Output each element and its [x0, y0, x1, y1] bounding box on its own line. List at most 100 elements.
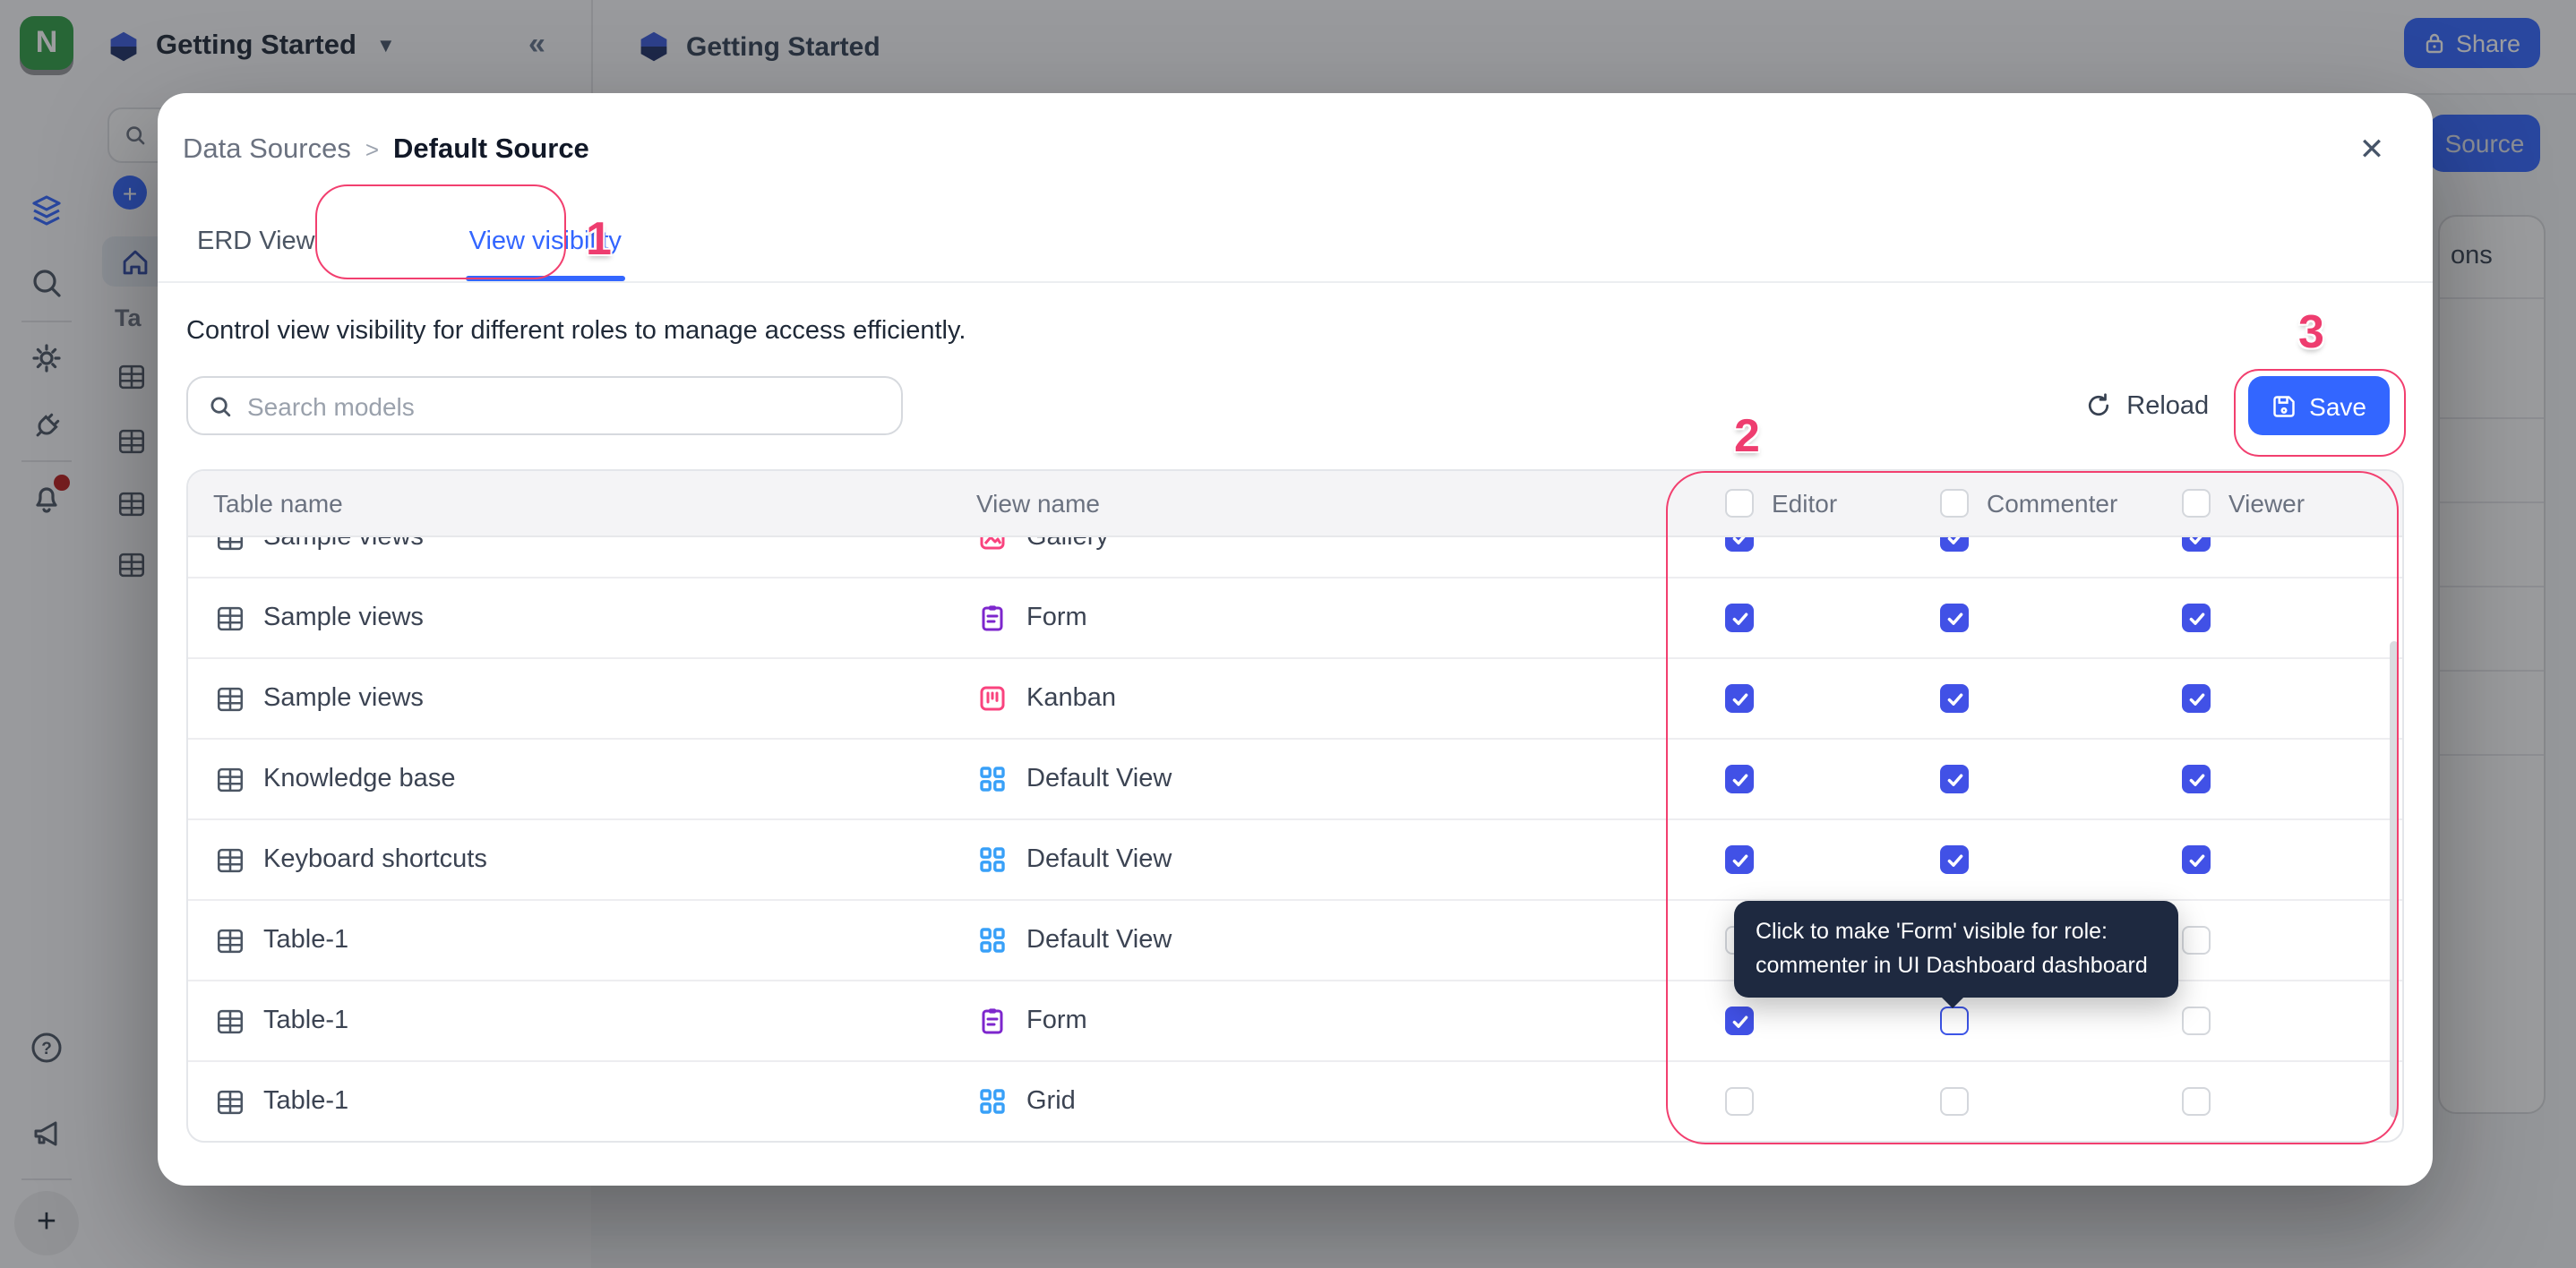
view-name-cell: Form: [969, 1005, 1677, 1037]
viewer-cell: [2134, 684, 2402, 713]
table-name-cell: Knowledge base: [188, 763, 969, 795]
editor-cell: [1677, 1007, 1892, 1035]
commenter-select-all-checkbox[interactable]: [1940, 489, 1969, 518]
table-icon: [213, 1005, 245, 1037]
column-commenter: Commenter: [1892, 489, 2134, 518]
table-name-cell: Table-1: [188, 1005, 969, 1037]
commenter-checkbox[interactable]: [1940, 1007, 1969, 1035]
table-icon: [213, 763, 245, 795]
annotation-number-1: 1: [586, 211, 612, 267]
description-text: Control view visibility for different ro…: [186, 317, 2404, 346]
commenter-checkbox[interactable]: [1940, 604, 1969, 632]
editor-cell: [1677, 1087, 1892, 1116]
table-body: Sample viewsGallerySample viewsFormSampl…: [188, 537, 2402, 1141]
grid4-view-icon: [976, 1085, 1009, 1118]
visibility-table: Table name View name Editor Commenter Vi…: [186, 469, 2404, 1143]
editor-checkbox[interactable]: [1725, 1087, 1754, 1116]
view-name-cell: Form: [969, 602, 1677, 634]
table-icon: [213, 924, 245, 956]
column-table-name: Table name: [188, 489, 969, 518]
table-name-text: Table-1: [263, 1007, 348, 1035]
editor-checkbox[interactable]: [1725, 1007, 1754, 1035]
reload-button[interactable]: Reload: [2085, 391, 2209, 420]
editor-cell: [1677, 684, 1892, 713]
viewer-checkbox[interactable]: [2182, 845, 2211, 874]
viewer-checkbox[interactable]: [2182, 1087, 2211, 1116]
tooltip-line-1: Click to make 'Form' visible for role:: [1756, 915, 2157, 949]
commenter-checkbox[interactable]: [1940, 765, 1969, 793]
table-row: Table-1Grid: [188, 1062, 2402, 1141]
table-row: Sample viewsGallery: [188, 537, 2402, 578]
editor-checkbox[interactable]: [1725, 684, 1754, 713]
modal-header: Data Sources > Default Source ✕: [158, 93, 2433, 201]
commenter-cell: [1892, 684, 2134, 713]
view-name-text: Default View: [1026, 845, 1172, 874]
viewer-cell: [2134, 1087, 2402, 1116]
commenter-cell: [1892, 1007, 2134, 1035]
view-name-text: Default View: [1026, 765, 1172, 793]
table-name-text: Sample views: [263, 604, 424, 632]
commenter-cell: [1892, 1087, 2134, 1116]
save-button[interactable]: Save: [2248, 376, 2390, 435]
viewer-checkbox[interactable]: [2182, 604, 2211, 632]
close-icon[interactable]: ✕: [2350, 129, 2393, 172]
viewer-checkbox[interactable]: [2182, 926, 2211, 955]
commenter-checkbox[interactable]: [1940, 845, 1969, 874]
search-icon: [208, 393, 233, 418]
table-icon: [213, 602, 245, 634]
commenter-checkbox[interactable]: [1940, 1087, 1969, 1116]
viewer-checkbox[interactable]: [2182, 537, 2211, 552]
editor-checkbox[interactable]: [1725, 537, 1754, 552]
editor-checkbox[interactable]: [1725, 845, 1754, 874]
commenter-cell: [1892, 845, 2134, 874]
reload-icon: [2085, 392, 2112, 419]
breadcrumb-current: Default Source: [393, 134, 589, 167]
view-name-text: Form: [1026, 1007, 1087, 1035]
breadcrumb-parent[interactable]: Data Sources: [183, 134, 351, 167]
viewer-checkbox[interactable]: [2182, 684, 2211, 713]
grid4-view-icon: [976, 844, 1009, 876]
commenter-checkbox[interactable]: [1940, 537, 1969, 552]
table-name-text: Sample views: [263, 684, 424, 713]
commenter-cell: [1892, 765, 2134, 793]
table-icon: [213, 537, 245, 553]
view-name-cell: Kanban: [969, 682, 1677, 715]
table-name-cell: Table-1: [188, 924, 969, 956]
table-header: Table name View name Editor Commenter Vi…: [188, 471, 2402, 537]
form-view-icon: [976, 602, 1009, 634]
tab-view-visibility[interactable]: View visibility: [448, 201, 643, 281]
column-viewer: Viewer: [2134, 489, 2402, 518]
table-name-cell: Sample views: [188, 537, 969, 553]
screen: N Getting Started ▼ « Getting Started: [0, 0, 2576, 1268]
table-row: Keyboard shortcuts Default View: [188, 820, 2402, 901]
viewer-cell: [2134, 845, 2402, 874]
editor-checkbox[interactable]: [1725, 604, 1754, 632]
table-name-cell: Table-1: [188, 1085, 969, 1118]
viewer-checkbox[interactable]: [2182, 765, 2211, 793]
table-row: Sample views Form: [188, 578, 2402, 659]
breadcrumb-separator: >: [365, 136, 379, 163]
column-view-name: View name: [969, 489, 1677, 518]
commenter-cell: [1892, 604, 2134, 632]
viewer-cell: [2134, 604, 2402, 632]
table-name-cell: Sample views: [188, 682, 969, 715]
modal-tabs: ERD View View visibility: [158, 201, 2433, 283]
editor-cell: [1677, 537, 1892, 552]
editor-cell: [1677, 765, 1892, 793]
editor-select-all-checkbox[interactable]: [1725, 489, 1754, 518]
table-scrollbar[interactable]: [2390, 641, 2399, 1118]
viewer-checkbox[interactable]: [2182, 1007, 2211, 1035]
search-models-input[interactable]: Search models: [186, 376, 903, 435]
editor-checkbox[interactable]: [1725, 765, 1754, 793]
view-name-cell: Grid: [969, 1085, 1677, 1118]
commenter-checkbox[interactable]: [1940, 684, 1969, 713]
kanban-view-icon: [976, 682, 1009, 715]
viewer-select-all-checkbox[interactable]: [2182, 489, 2211, 518]
commenter-cell: [1892, 537, 2134, 552]
table-name-text: Keyboard shortcuts: [263, 845, 487, 874]
tab-erd-view[interactable]: ERD View: [176, 201, 337, 281]
table-name-cell: Keyboard shortcuts: [188, 844, 969, 876]
form-view-icon: [976, 1005, 1009, 1037]
modal-body: Control view visibility for different ro…: [186, 281, 2404, 1143]
table-icon: [213, 682, 245, 715]
